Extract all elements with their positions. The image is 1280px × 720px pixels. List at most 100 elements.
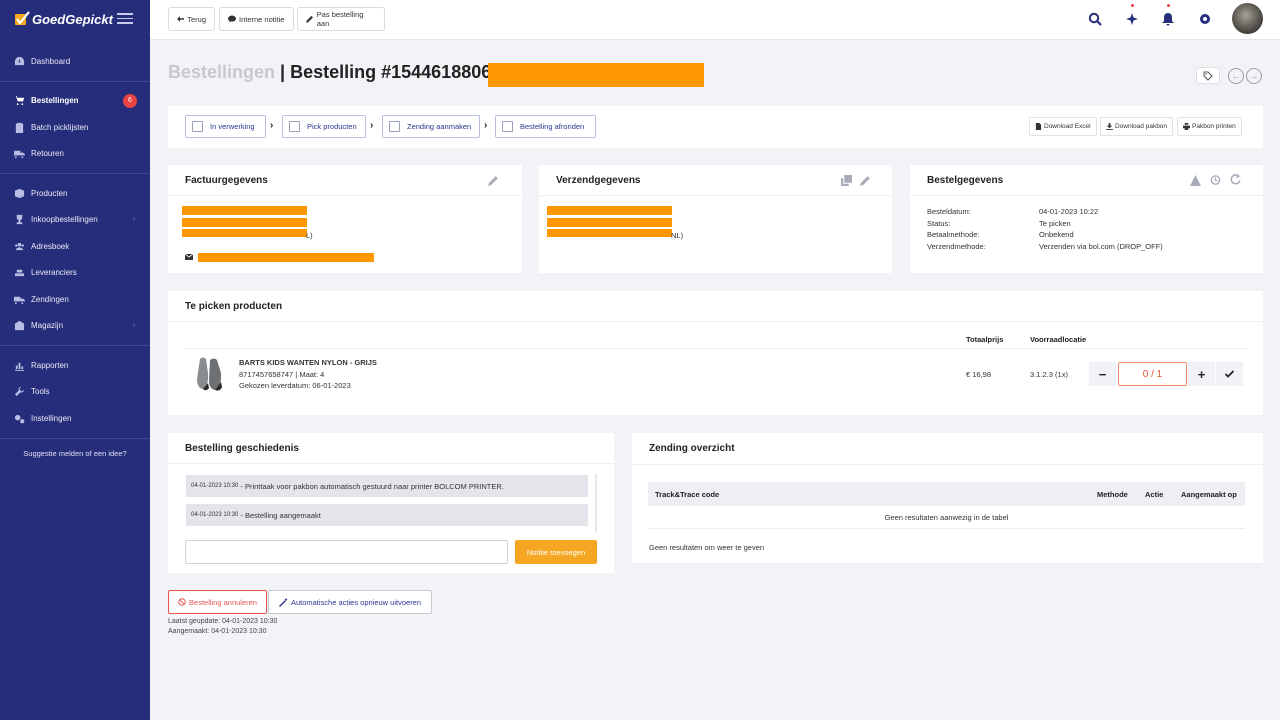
payment-method-value: Onbekend <box>1039 230 1074 239</box>
sparkle-icon[interactable] <box>1125 12 1139 26</box>
dashboard-icon <box>14 56 25 65</box>
column-header-location: Voorraadlocatie <box>1030 335 1087 344</box>
sidebar-item-magazijn[interactable]: Magazijn › <box>0 313 150 340</box>
column-header-method[interactable]: Methode <box>1097 490 1128 499</box>
decrease-quantity-button[interactable]: − <box>1089 362 1116 386</box>
sidebar-item-label: Retouren <box>31 149 64 159</box>
step-label: Pick producten <box>307 122 357 131</box>
warning-icon[interactable] <box>1190 175 1201 186</box>
step-checkbox[interactable] <box>389 121 400 132</box>
alarm-clock-icon[interactable] <box>1210 174 1221 185</box>
cancel-order-label: Bestelling annuleren <box>189 597 257 607</box>
step-checkbox[interactable] <box>192 121 203 132</box>
breadcrumb-orders[interactable]: Bestellingen <box>168 62 275 82</box>
print-packslip-button[interactable]: Pakbon printen <box>1177 117 1242 136</box>
truck-icon <box>14 296 25 304</box>
refresh-icon[interactable] <box>1230 174 1241 185</box>
product-price: € 16,98 <box>966 370 992 379</box>
created-text: Aangemaakt: 04-01-2023 10:30 <box>168 628 267 635</box>
column-header-action[interactable]: Actie <box>1145 490 1163 499</box>
table-divider <box>185 348 1246 349</box>
sidebar-item-tools[interactable]: Tools <box>0 379 150 406</box>
add-note-button[interactable]: Notitie toevoegen <box>515 540 597 564</box>
back-button[interactable]: Terug <box>168 7 215 31</box>
sidebar-item-label: Bestellingen <box>31 96 79 106</box>
envelope-icon <box>185 254 193 260</box>
copy-icon[interactable] <box>841 175 852 186</box>
sidebar-item-batch-picklijsten[interactable]: Batch picklijsten <box>0 114 150 141</box>
suggestion-link[interactable]: Suggestie melden of een idee? <box>0 449 150 458</box>
trophy-icon <box>16 215 23 225</box>
sidebar-item-bestellingen[interactable]: Bestellingen 6 <box>0 88 150 115</box>
supplier-icon <box>14 270 25 277</box>
avatar[interactable] <box>1232 3 1263 34</box>
billing-country-suffix: L) <box>306 231 313 240</box>
card-divider <box>168 195 522 196</box>
payment-method-label: Betaalmethode: <box>927 230 980 239</box>
sidebar-item-leveranciers[interactable]: Leveranciers <box>0 260 150 287</box>
pencil-icon[interactable] <box>860 175 871 186</box>
chevron-right-icon: › <box>133 216 136 224</box>
ban-icon <box>178 598 186 606</box>
chevron-right-icon: › <box>270 120 274 131</box>
cogs-icon <box>14 414 25 424</box>
sidebar-item-instellingen[interactable]: Instellingen <box>0 405 150 432</box>
internal-note-label: Interne notitie <box>239 14 285 24</box>
shipment-title: Zending overzicht <box>649 443 735 454</box>
step-checkbox[interactable] <box>289 121 300 132</box>
edit-order-label: Pas bestelling aan <box>316 10 364 28</box>
order-details-title: Bestelgegevens <box>927 175 1004 186</box>
column-header-track-trace[interactable]: Track&Trace code <box>655 490 719 499</box>
next-order-icon[interactable]: → <box>1246 68 1262 84</box>
history-title: Bestelling geschiedenis <box>185 443 299 454</box>
card-divider <box>910 195 1263 196</box>
previous-order-icon[interactable]: ← <box>1228 68 1244 84</box>
step-in-verwerking[interactable]: In verwerking <box>185 115 266 138</box>
note-input[interactable] <box>185 540 508 564</box>
step-bestelling-afronden[interactable]: Bestelling afronden <box>495 115 596 138</box>
internal-note-button[interactable]: Interne notitie <box>219 7 294 31</box>
pick-quantity-input[interactable]: 0 / 1 <box>1118 362 1187 386</box>
product-image[interactable] <box>194 355 226 393</box>
sidebar-item-label: Tools <box>31 387 50 397</box>
search-icon[interactable] <box>1088 12 1102 26</box>
return-truck-icon <box>14 151 25 159</box>
confirm-pick-button[interactable] <box>1216 362 1243 386</box>
cancel-order-button[interactable]: Bestelling annuleren <box>168 590 267 614</box>
sidebar-item-inkoopbestellingen[interactable]: Inkoopbestellingen › <box>0 207 150 234</box>
magic-wand-icon <box>278 597 288 607</box>
increase-quantity-button[interactable]: + <box>1188 362 1215 386</box>
sidebar-item-adresboek[interactable]: Adresboek <box>0 233 150 260</box>
sidebar-item-rapporten[interactable]: Rapporten <box>0 352 150 379</box>
shipping-country-suffix: NL) <box>671 231 684 240</box>
logo-check-icon <box>15 11 30 25</box>
history-text: - Bestelling aangemaakt <box>240 510 321 520</box>
sidebar-item-dashboard[interactable]: Dashboard <box>0 48 150 75</box>
pencil-icon[interactable] <box>488 175 499 186</box>
rerun-automatic-actions-button[interactable]: Automatische acties opnieuw uitvoeren <box>268 590 432 614</box>
menu-toggle-icon[interactable] <box>117 13 133 27</box>
bell-icon[interactable] <box>1161 12 1175 26</box>
download-packslip-button[interactable]: Download pakbon <box>1100 117 1174 136</box>
edit-order-button[interactable]: Pas bestelling aan <box>297 7 385 31</box>
wrench-icon <box>14 387 25 397</box>
sidebar-item-retouren[interactable]: Retouren <box>0 141 150 168</box>
step-pick-producten[interactable]: Pick producten <box>282 115 366 138</box>
column-header-created[interactable]: Aangemaakt op <box>1181 490 1237 499</box>
column-header-total: Totaalprijs <box>966 335 1004 344</box>
tag-button[interactable] <box>1196 67 1220 84</box>
gear-icon[interactable] <box>1198 12 1212 26</box>
step-checkbox[interactable] <box>502 121 513 132</box>
step-zending-aanmaken[interactable]: Zending aanmaken <box>382 115 480 138</box>
card-divider <box>168 321 1263 322</box>
redacted-block <box>182 206 307 215</box>
sidebar-item-label: Dashboard <box>31 56 71 66</box>
sidebar-item-producten[interactable]: Producten <box>0 180 150 207</box>
product-name[interactable]: BARTS KIDS WANTEN NYLON - GRIJS <box>239 358 377 367</box>
download-excel-button[interactable]: Download Excel <box>1029 117 1097 136</box>
shipment-empty-message: Geen resultaten aanwezig in de tabel <box>884 513 1009 522</box>
sidebar-item-zendingen[interactable]: Zendingen <box>0 286 150 313</box>
notification-dot <box>1131 4 1134 7</box>
history-scrollbar[interactable] <box>595 474 597 532</box>
redacted-block <box>198 253 374 262</box>
